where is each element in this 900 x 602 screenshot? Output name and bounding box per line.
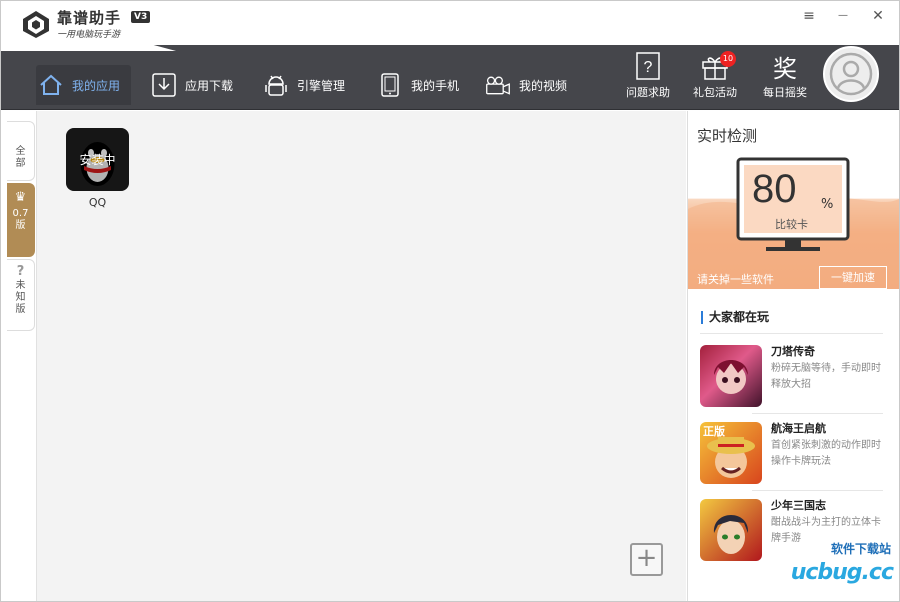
nav-label: 我的应用 xyxy=(72,78,121,93)
nav-app-download[interactable]: 应用下载 xyxy=(151,65,233,105)
lag-score: 80 xyxy=(752,167,797,211)
tab-v07[interactable]: ♛ 0.7版 xyxy=(7,183,35,257)
nav-my-phone[interactable]: 我的手机 xyxy=(377,65,459,105)
tab-unknown[interactable]: ? 未知版 xyxy=(7,259,35,331)
game-thumbnail: 正版 xyxy=(700,422,762,484)
version-tabs: 全部 ♛ 0.7版 ? 未知版 xyxy=(7,121,36,333)
main-nav: 我的应用 应用下载 引擎管理 我的手机 我的视频 ? 问题求助 10 礼包活动 … xyxy=(1,45,899,110)
phone-icon xyxy=(377,72,403,98)
svg-text:正版: 正版 xyxy=(703,424,725,438)
question-icon: ? xyxy=(16,264,25,279)
version-badge: V3 xyxy=(131,11,151,23)
nav-label: 应用下载 xyxy=(185,78,234,93)
nav-gift[interactable]: 10 礼包活动 xyxy=(685,51,745,106)
nav-label: 我的手机 xyxy=(411,78,460,93)
android-icon xyxy=(263,72,289,98)
game-item[interactable]: 刀塔传奇 粉碎无脑等待，手动即时释放大招 xyxy=(700,339,883,414)
lag-status: 比较卡 xyxy=(775,218,808,231)
game-item[interactable]: 正版 航海王启航 首创紧张刺激的动作即时操作卡牌玩法 xyxy=(700,416,883,491)
gift-badge: 10 xyxy=(720,51,736,67)
game-thumbnail xyxy=(700,499,762,561)
nav-my-apps[interactable]: 我的应用 xyxy=(36,65,131,105)
install-status: 安装中 xyxy=(66,128,129,191)
game-desc: 粉碎无脑等待，手动即时释放大招 xyxy=(771,363,881,390)
speed-up-button[interactable]: 一键加速 xyxy=(819,266,887,289)
tab-all[interactable]: 全部 xyxy=(7,121,35,181)
nav-label: 引擎管理 xyxy=(297,78,346,93)
tab-label: 0.7版 xyxy=(12,208,29,231)
lottery-icon: 奖 xyxy=(773,54,797,83)
nav-my-video[interactable]: 我的视频 xyxy=(485,65,567,105)
title-bar: 靠谱助手 V3 一用电脑玩手游 ≡ — ✕ xyxy=(1,1,899,45)
brand-name: 靠谱助手 xyxy=(57,9,122,27)
help-icon: ? xyxy=(633,51,663,81)
user-avatar[interactable] xyxy=(823,46,879,102)
nav-label: 我的视频 xyxy=(519,78,568,93)
game-thumbnail xyxy=(700,345,762,407)
nav-help[interactable]: ? 问题求助 xyxy=(618,51,678,106)
game-name: 航海王启航 xyxy=(771,422,826,435)
tab-label: 未知版 xyxy=(15,280,26,315)
svg-text:?: ? xyxy=(644,59,653,76)
game-name: 刀塔传奇 xyxy=(771,345,815,358)
game-name: 少年三国志 xyxy=(771,499,826,512)
minimize-button[interactable]: — xyxy=(832,7,854,25)
crown-icon: ♛ xyxy=(14,190,27,205)
home-icon xyxy=(38,72,64,98)
logo-icon xyxy=(23,11,49,38)
lag-unit: % xyxy=(821,197,834,212)
watermark-logo: ucbug.cc xyxy=(790,560,894,585)
app-tile-qq[interactable]: 安装中 xyxy=(66,128,129,191)
slogan: 一用电脑玩手游 xyxy=(57,30,121,40)
nav-label: 问题求助 xyxy=(626,86,670,99)
nav-label: 礼包活动 xyxy=(693,86,737,99)
app-list-area: 安装中 QQ + xyxy=(36,111,686,601)
close-button[interactable]: ✕ xyxy=(867,7,889,25)
nav-label: 每日摇奖 xyxy=(763,86,807,99)
nav-lottery[interactable]: 奖 每日摇奖 xyxy=(755,51,815,106)
hot-games-title: 大家都在玩 xyxy=(701,311,769,324)
right-panel: 实时检测 80 % 比较卡 请关掉一些软件 一键加速 大家都在玩 刀塔传奇 粉碎… xyxy=(687,111,899,601)
app-name: QQ xyxy=(88,196,107,209)
speed-tip: 请关掉一些软件 xyxy=(697,273,774,286)
nav-engine-manage[interactable]: 引擎管理 xyxy=(263,65,345,105)
download-icon xyxy=(151,72,177,98)
monitor-title: 实时检测 xyxy=(697,127,758,145)
user-icon xyxy=(829,52,873,96)
menu-button[interactable]: ≡ xyxy=(798,7,820,25)
add-app-button[interactable]: + xyxy=(630,543,663,576)
watermark-text: 软件下载站 xyxy=(830,542,891,556)
app-window: 靠谱助手 V3 一用电脑玩手游 ≡ — ✕ 我的应用 应用下载 引擎管理 我的手… xyxy=(0,0,900,602)
game-desc: 首创紧张刺激的动作即时操作卡牌玩法 xyxy=(771,440,881,467)
tab-label: 全部 xyxy=(15,146,26,169)
video-camera-icon xyxy=(485,72,511,98)
